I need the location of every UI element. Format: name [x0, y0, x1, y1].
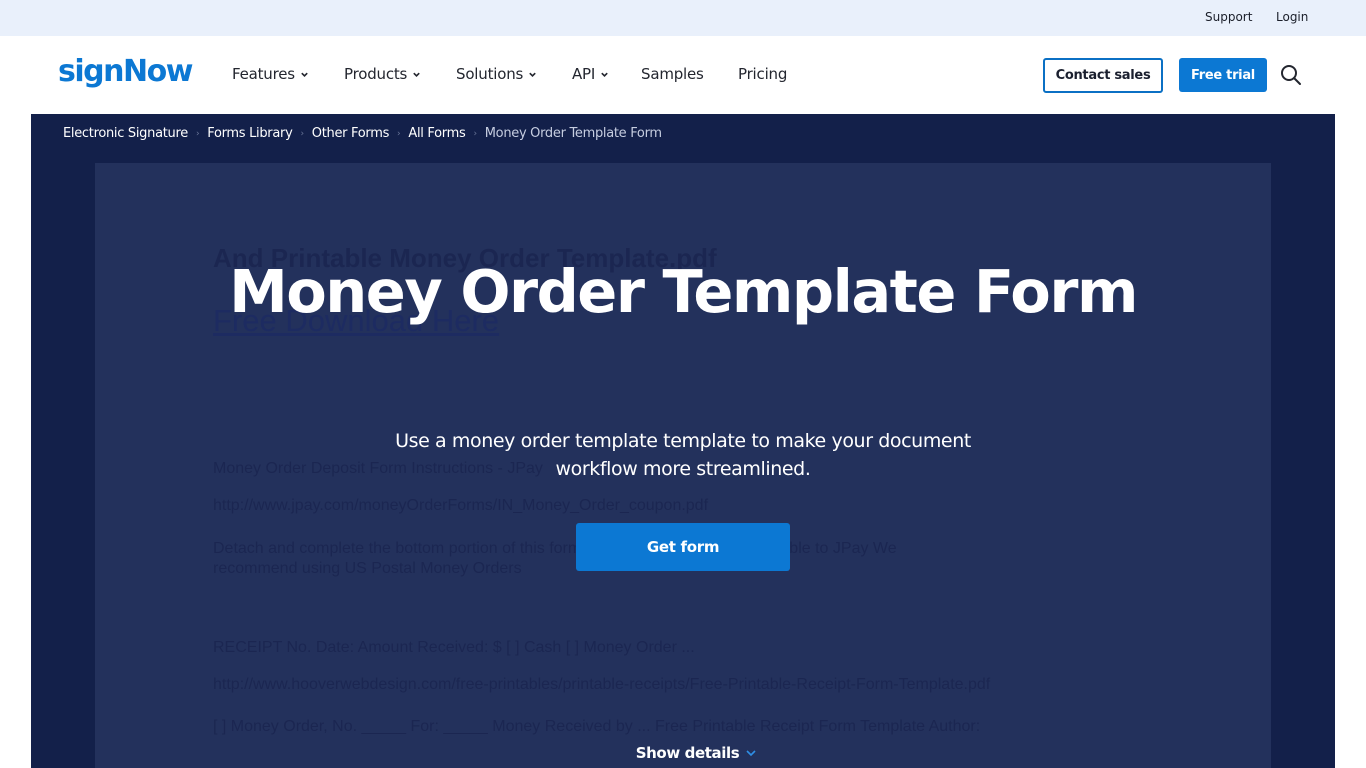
breadcrumb: Electronic Signature › Forms Library › O… — [63, 126, 662, 141]
breadcrumb-electronic-signature[interactable]: Electronic Signature — [63, 126, 188, 141]
chevron-down-icon — [601, 72, 608, 77]
nav-solutions[interactable]: Solutions — [456, 65, 537, 83]
breadcrumb-separator-icon: › — [300, 128, 304, 139]
nav-samples-label: Samples — [641, 65, 704, 83]
nav-features[interactable]: Features — [232, 65, 309, 83]
main-nav: signNow Features Products Solutions API … — [0, 36, 1366, 114]
nav-samples[interactable]: Samples — [641, 65, 704, 83]
document-line: Detach and complete the bottom portion o… — [213, 540, 897, 557]
nav-pricing-label: Pricing — [738, 65, 788, 83]
breadcrumb-current: Money Order Template Form — [484, 126, 662, 141]
breadcrumb-forms-library[interactable]: Forms Library — [207, 126, 293, 141]
breadcrumb-other-forms[interactable]: Other Forms — [312, 126, 390, 141]
document-line: http://www.hooverwebdesign.com/free-prin… — [213, 676, 991, 693]
login-link[interactable]: Login — [1276, 10, 1308, 24]
nav-products[interactable]: Products — [344, 65, 421, 83]
chevron-down-icon — [529, 72, 536, 77]
nav-solutions-label: Solutions — [456, 65, 524, 83]
nav-pricing[interactable]: Pricing — [738, 65, 787, 83]
signnow-logo[interactable]: signNow — [58, 54, 193, 89]
nav-products-label: Products — [344, 65, 408, 83]
nav-features-label: Features — [232, 65, 295, 83]
document-line: recommend using US Postal Money Orders — [213, 560, 522, 577]
hero-section: Electronic Signature › Forms Library › O… — [31, 114, 1335, 768]
breadcrumb-separator-icon: › — [397, 128, 401, 139]
show-details-toggle[interactable]: Show details — [631, 744, 761, 762]
support-link[interactable]: Support — [1205, 10, 1252, 24]
breadcrumb-separator-icon: › — [473, 128, 477, 139]
document-line: http://www.jpay.com/moneyOrderForms/IN_M… — [213, 497, 709, 514]
get-form-button[interactable]: Get form — [576, 523, 790, 571]
chevron-down-icon — [301, 72, 308, 77]
document-line: RECEIPT No. Date: Amount Received: $ [ ]… — [213, 639, 695, 656]
breadcrumb-separator-icon: › — [195, 128, 200, 139]
page-subtitle: Use a money order template template to m… — [395, 430, 971, 480]
chevron-down-icon — [746, 750, 756, 757]
contact-sales-button[interactable]: Contact sales — [1043, 58, 1163, 93]
free-trial-button[interactable]: Free trial — [1179, 58, 1267, 92]
show-details-label: Show details — [635, 744, 740, 762]
chevron-down-icon — [413, 72, 420, 77]
utility-bar: Support Login — [0, 0, 1366, 36]
search-icon[interactable] — [1280, 64, 1302, 86]
nav-api-label: API — [572, 65, 596, 83]
breadcrumb-all-forms[interactable]: All Forms — [408, 126, 465, 141]
page-title: Money Order Template Form — [229, 257, 1138, 326]
document-line: [ ] Money Order, No. _____ For: _____ Mo… — [213, 718, 981, 735]
nav-api[interactable]: API — [572, 65, 609, 83]
